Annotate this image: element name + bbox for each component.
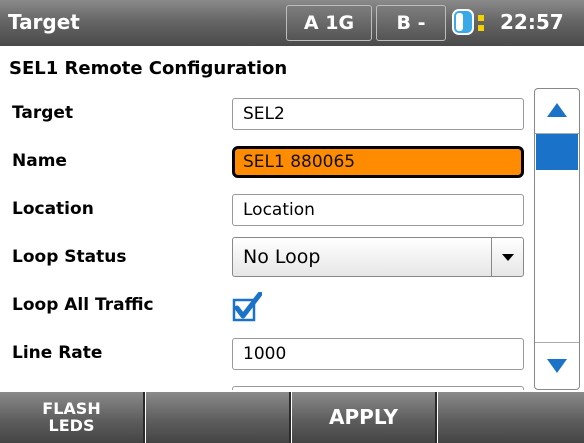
next-row-partial (0, 376, 532, 390)
scroll-up-icon[interactable] (535, 89, 579, 133)
apply-label: APPLY (329, 405, 398, 429)
loop-status-label: Loop Status (12, 247, 127, 267)
target-row: Target SEL2 (0, 88, 532, 138)
name-label: Name (12, 151, 67, 171)
target-label: Target (12, 103, 74, 123)
port-a-indicator: A 1G (286, 5, 372, 41)
flash-leds-label: FLASH LEDS (42, 399, 101, 435)
name-field[interactable]: SEL1 880065 (232, 146, 524, 178)
status-bar: Target A 1G B - 22:57 (0, 0, 584, 46)
location-label: Location (12, 199, 94, 219)
select-divider (491, 238, 492, 276)
location-row: Location Location (0, 184, 532, 234)
scrollbar[interactable] (534, 88, 580, 390)
loop-all-traffic-checkbox[interactable] (232, 291, 263, 322)
chevron-down-icon[interactable] (502, 254, 514, 261)
target-field[interactable]: SEL2 (232, 98, 524, 130)
line-rate-row: Line Rate 1000 (0, 328, 532, 378)
loop-status-value: No Loop (243, 246, 321, 268)
configuration-form: Target SEL2 Name SEL1 880065 Location Lo… (0, 88, 532, 390)
loop-all-traffic-row: Loop All Traffic (0, 280, 532, 330)
scroll-down-icon[interactable] (535, 345, 579, 389)
loop-status-select[interactable]: No Loop (232, 237, 524, 277)
clock: 22:57 (500, 10, 564, 34)
apply-button[interactable]: APPLY (292, 392, 437, 443)
softkey-bar: FLASH LEDS APPLY (0, 392, 584, 443)
line-rate-label: Line Rate (12, 343, 103, 363)
flash-leds-button[interactable]: FLASH LEDS (0, 392, 145, 443)
scroll-thumb[interactable] (536, 134, 578, 170)
location-field[interactable]: Location (232, 194, 524, 226)
softkey-4-button[interactable] (438, 392, 584, 443)
name-row: Name SEL1 880065 (0, 136, 532, 186)
loop-status-row: Loop Status No Loop (0, 232, 532, 282)
line-rate-field[interactable]: 1000 (232, 338, 524, 370)
page-title: SEL1 Remote Configuration (9, 58, 288, 79)
checkmark-icon (232, 291, 263, 322)
loop-all-traffic-label: Loop All Traffic (12, 295, 154, 315)
softkey-2-button[interactable] (146, 392, 291, 443)
scroll-track-bottom-edge (535, 342, 579, 343)
screen-title: Target (8, 10, 80, 34)
battery-charging-icon (452, 7, 496, 37)
next-field-partial[interactable] (232, 386, 524, 390)
port-b-indicator: B - (376, 5, 446, 41)
